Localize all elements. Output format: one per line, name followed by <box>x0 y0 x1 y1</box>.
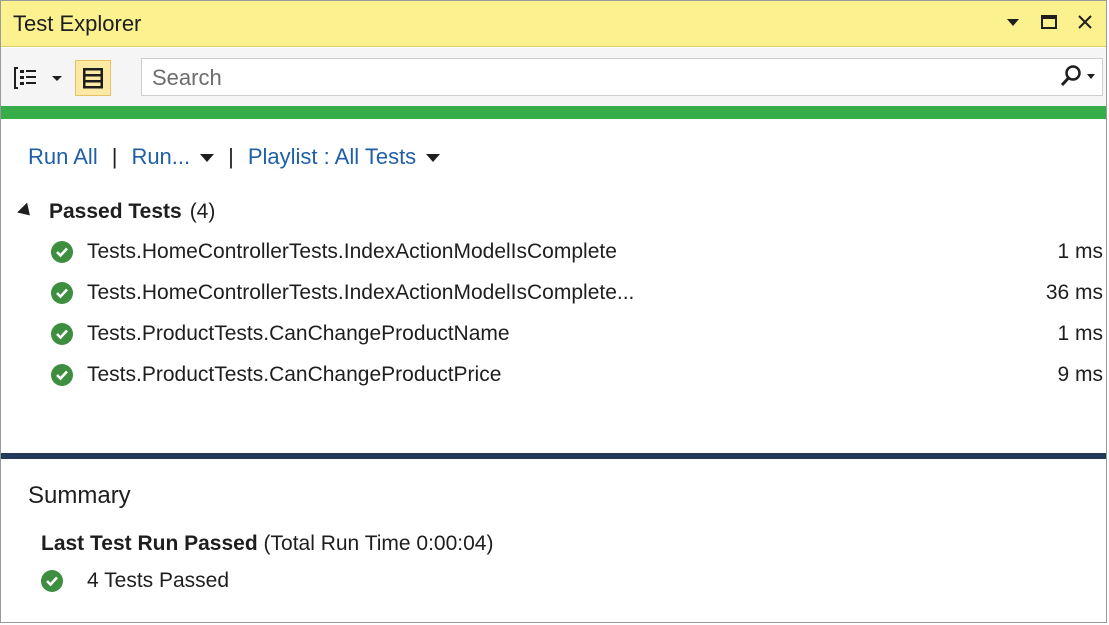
summary-status-line: Last Test Run Passed (Total Run Time 0:0… <box>41 532 493 556</box>
playlist-dropdown[interactable]: Playlist : All Tests <box>247 144 441 170</box>
playlist-view-button[interactable] <box>75 60 111 96</box>
summary-runtime: (Total Run Time 0:00:04) <box>263 532 494 555</box>
test-row[interactable]: Tests.HomeControllerTests.IndexActionMod… <box>51 272 1103 313</box>
test-explorer-window: Test Explorer Search Run All | Run... | … <box>0 0 1107 623</box>
test-duration: 1 ms <box>1057 321 1103 345</box>
test-name: Tests.ProductTests.CanChangeProductName <box>87 321 510 345</box>
test-duration: 9 ms <box>1057 362 1103 386</box>
playlist-dropdown-arrow-icon <box>426 154 441 163</box>
window-title: Test Explorer <box>13 11 142 36</box>
test-row[interactable]: Tests.ProductTests.CanChangeProductPrice… <box>51 354 1103 395</box>
search-options-chevron-icon <box>1087 74 1095 79</box>
test-row[interactable]: Tests.ProductTests.CanChangeProductName … <box>51 313 1103 354</box>
passed-tests-group[interactable]: Passed Tests (4) <box>17 200 216 224</box>
run-all-link[interactable]: Run All <box>28 144 98 170</box>
summary-status: Last Test Run Passed <box>41 532 258 555</box>
test-row[interactable]: Tests.HomeControllerTests.IndexActionMod… <box>51 231 1103 272</box>
window-controls <box>1002 9 1096 35</box>
close-icon[interactable] <box>1074 9 1096 35</box>
expand-collapse-icon[interactable] <box>17 202 35 220</box>
test-list: Tests.HomeControllerTests.IndexActionMod… <box>51 231 1103 395</box>
search-input[interactable] <box>150 63 1034 93</box>
window-menu-chevron-icon[interactable] <box>1002 9 1024 35</box>
passed-check-icon <box>51 240 73 263</box>
command-bar: Run All | Run... | Playlist : All Tests <box>28 144 441 170</box>
test-duration: 1 ms <box>1057 239 1103 263</box>
playlist-dropdown-label: Playlist : All Tests <box>247 144 417 169</box>
test-name: Tests.HomeControllerTests.IndexActionMod… <box>87 239 617 263</box>
test-duration: 36 ms <box>1045 280 1103 304</box>
run-dropdown-arrow-icon <box>200 154 215 163</box>
group-name: Passed Tests <box>49 200 182 223</box>
command-separator: | <box>228 144 234 169</box>
search-icon <box>1060 65 1081 87</box>
group-by-button[interactable] <box>11 60 71 96</box>
search-box <box>141 58 1103 96</box>
test-name: Tests.HomeControllerTests.IndexActionMod… <box>87 280 635 304</box>
run-dropdown[interactable]: Run... <box>131 144 215 170</box>
toolbar-buttons <box>11 60 111 96</box>
summary-result: 4 Tests Passed <box>41 569 229 593</box>
title-bar: Test Explorer <box>1 1 1106 47</box>
search-button[interactable] <box>1060 64 1096 88</box>
run-dropdown-label: Run... <box>131 144 191 169</box>
maximize-icon[interactable] <box>1038 9 1060 35</box>
test-name: Tests.ProductTests.CanChangeProductPrice <box>87 362 502 386</box>
panel-splitter[interactable] <box>1 453 1106 459</box>
group-count: (4) <box>189 200 216 223</box>
summary-result-text: 4 Tests Passed <box>87 569 230 592</box>
toolbar <box>1 48 1106 106</box>
passed-check-icon <box>51 322 73 345</box>
passed-check-icon <box>51 281 73 304</box>
group-by-icon <box>14 67 62 89</box>
passed-check-icon <box>41 570 63 592</box>
test-progress-bar <box>1 106 1106 119</box>
summary-title: Summary <box>28 482 131 509</box>
command-separator: | <box>111 144 118 169</box>
passed-check-icon <box>51 363 73 386</box>
list-view-icon <box>83 68 103 89</box>
